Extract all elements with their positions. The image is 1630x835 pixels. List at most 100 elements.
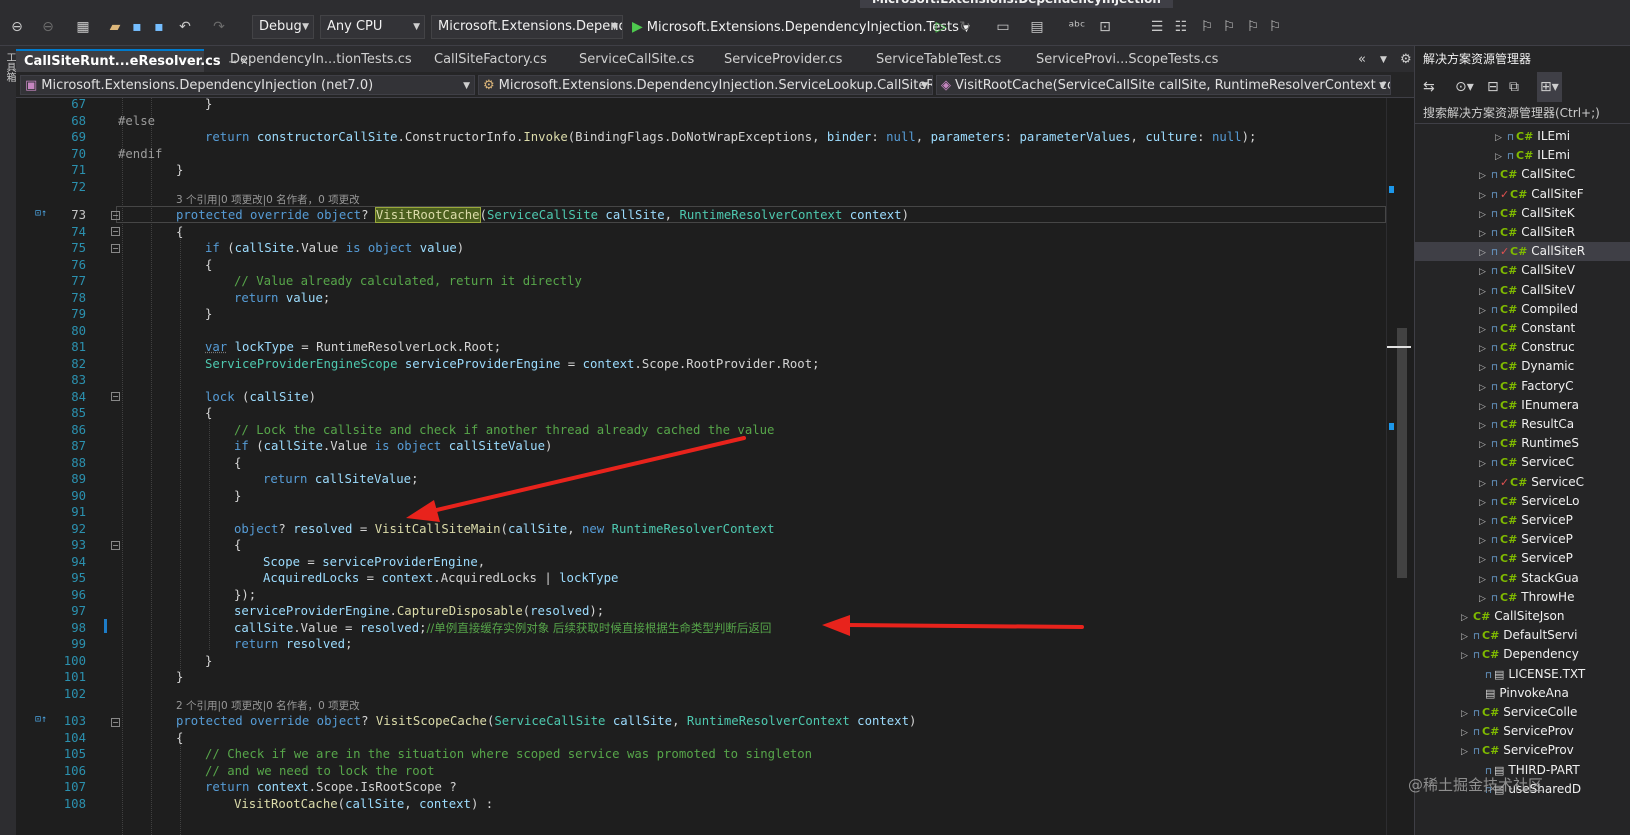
solution-tree-item[interactable]: ▤ PinvokeAna: [1415, 684, 1630, 703]
solution-tree-item[interactable]: ▷ ⊓ C# StackGua: [1415, 569, 1630, 588]
solution-tree-item[interactable]: ▷ ⊓ C# Dependency: [1415, 645, 1630, 664]
save-icon[interactable]: ▪: [128, 16, 146, 38]
scrollbar-thumb[interactable]: [1397, 328, 1407, 578]
solution-tree-item[interactable]: ▷ ⊓ C# ILEmi: [1415, 127, 1630, 146]
expand-icon[interactable]: ▷: [1461, 724, 1473, 743]
expand-icon[interactable]: ▷: [1495, 148, 1507, 167]
open-folder-icon[interactable]: ▰: [106, 16, 124, 38]
expand-icon[interactable]: ▷: [1479, 379, 1491, 398]
save-all-icon[interactable]: ▪: [150, 16, 168, 38]
solution-tree-item[interactable]: ▷ ⊓ C# CallSiteV: [1415, 281, 1630, 300]
start-debugging-button[interactable]: ▶ Microsoft.Extensions.DependencyInjectio…: [632, 15, 970, 39]
tab-servicecallsite[interactable]: ServiceCallSite.cs: [571, 49, 711, 72]
tab-callsiteruntimeresolver[interactable]: CallSiteRunt...eResolver.cs ⊸ ✕: [16, 49, 249, 72]
solution-tree-item[interactable]: ▷ ⊓ C# ServiceProv: [1415, 722, 1630, 741]
solution-tree-item[interactable]: ▷ ⊓ C# Constant: [1415, 319, 1630, 338]
expand-icon[interactable]: ▷: [1479, 302, 1491, 321]
solution-tree-item[interactable]: ▷ ⊓ C# Dynamic: [1415, 357, 1630, 376]
solution-tree-item[interactable]: ▷ ⊓ C# CallSiteR: [1415, 223, 1630, 242]
solution-tree-item[interactable]: ▷ ⊓ C# Construc: [1415, 338, 1630, 357]
project-dropdown[interactable]: ▣ Microsoft.Extensions.DependencyInjectio…: [20, 75, 475, 95]
expand-icon[interactable]: ▷: [1479, 340, 1491, 359]
settings-gear-icon[interactable]: ⚙: [1400, 52, 1412, 67]
expand-icon[interactable]: ▷: [1479, 455, 1491, 474]
expand-icon[interactable]: ▷: [1461, 647, 1473, 666]
tab-overflow-icon[interactable]: «: [1358, 52, 1366, 67]
code-editor[interactable]: ⊡↑ ⊡↑ − − − − − − 3 个引用|0 项更改|0 名作者，0 项更…: [16, 98, 1386, 835]
solution-tree-item[interactable]: ▷ ⊓ C# ServiceP: [1415, 530, 1630, 549]
solution-search-input[interactable]: 搜索解决方案资源管理器(Ctrl+;): [1415, 102, 1630, 124]
layout-icon[interactable]: ▤: [1026, 16, 1048, 38]
expand-icon[interactable]: ▷: [1461, 705, 1473, 724]
solution-tree-item[interactable]: ▷ ⊓ ✓C# CallSiteR: [1415, 242, 1630, 263]
solution-tree-item[interactable]: ▷ ⊓ C# CallSiteC: [1415, 165, 1630, 184]
solution-tree-item[interactable]: ▷ ⊓ C# ServiceP: [1415, 549, 1630, 568]
expand-icon[interactable]: ▷: [1479, 494, 1491, 513]
expand-icon[interactable]: ▷: [1479, 571, 1491, 590]
expand-icon[interactable]: ▷: [1479, 398, 1491, 417]
expand-icon[interactable]: ▷: [1479, 225, 1491, 244]
expand-icon[interactable]: ▷: [1461, 743, 1473, 762]
expand-icon[interactable]: ▷: [1479, 263, 1491, 282]
format-icon[interactable]: ⊡: [1096, 16, 1114, 38]
hot-reload-icon[interactable]: ↻: [956, 16, 974, 38]
expand-icon[interactable]: ▷: [1479, 187, 1491, 206]
solution-tree-item[interactable]: ▷ ⊓ C# ThrowHe: [1415, 588, 1630, 607]
spellcheck-icon[interactable]: ᵃᵇᶜ: [1068, 16, 1086, 38]
collapse-all-icon[interactable]: ⊟: [1487, 72, 1499, 102]
expand-icon[interactable]: ▷: [1479, 167, 1491, 186]
startup-project-select[interactable]: Microsoft.Extensions.Dependen ▼: [431, 15, 623, 39]
solution-tree-item[interactable]: ▷ ⊓ C# RuntimeS: [1415, 434, 1630, 453]
tab-serviceproviderscopetests[interactable]: ServiceProvi...ScopeTests.cs: [1028, 49, 1218, 72]
solution-tree-item[interactable]: ⊓ ▤ LICENSE.TXT: [1415, 665, 1630, 684]
tab-dependencyinjectiontests[interactable]: DependencyIn...tionTests.cs: [222, 49, 412, 72]
redo-icon[interactable]: ↷: [210, 16, 228, 38]
expand-icon[interactable]: ▷: [1479, 206, 1491, 225]
configuration-select[interactable]: Debug ▼: [252, 15, 314, 39]
back-icon[interactable]: ⊖: [6, 16, 28, 38]
tab-serviceprovider[interactable]: ServiceProvider.cs: [716, 49, 861, 72]
expand-icon[interactable]: ▷: [1479, 513, 1491, 532]
expand-icon[interactable]: ▷: [1479, 283, 1491, 302]
expand-icon[interactable]: ▷: [1461, 609, 1473, 628]
solution-tree-item[interactable]: ▷ ⊓ C# ILEmi: [1415, 146, 1630, 165]
new-project-icon[interactable]: ▦: [72, 16, 94, 38]
forward-icon[interactable]: ⊖: [38, 16, 58, 38]
solution-tree-item[interactable]: ▷ ⊓ C# CallSiteK: [1415, 204, 1630, 223]
comment-icon[interactable]: ☰: [1148, 16, 1166, 38]
uncomment-icon[interactable]: ☷: [1172, 16, 1190, 38]
editor-scrollbar[interactable]: [1386, 98, 1414, 835]
type-dropdown[interactable]: ⚙ Microsoft.Extensions.DependencyInjectio…: [478, 75, 933, 95]
sync-icon[interactable]: ⇆: [1423, 72, 1435, 102]
solution-tree-item[interactable]: ▷ ⊓ C# ServiceProv: [1415, 741, 1630, 760]
member-dropdown[interactable]: ◈ VisitRootCache(ServiceCallSite callSite…: [936, 75, 1391, 95]
undo-icon[interactable]: ↶: [176, 16, 194, 38]
solution-tree-item[interactable]: ▷ ⊓ C# IEnumera: [1415, 396, 1630, 415]
tab-callsitefactory[interactable]: CallSiteFactory.cs: [426, 49, 566, 72]
expand-icon[interactable]: ▷: [1479, 244, 1491, 263]
history-icon[interactable]: ⊙▾: [1455, 72, 1474, 102]
expand-icon[interactable]: ▷: [1461, 628, 1473, 647]
solution-tree-item[interactable]: ▷ ⊓ C# ServiceP: [1415, 511, 1630, 530]
toolbox-strip[interactable]: 工具箱: [0, 46, 16, 835]
expand-icon[interactable]: ▷: [1479, 321, 1491, 340]
solution-tree-item[interactable]: ▷ ⊓ C# CallSiteV: [1415, 261, 1630, 280]
tab-dropdown-icon[interactable]: ▼: [1380, 55, 1387, 65]
expand-icon[interactable]: ▷: [1479, 475, 1491, 494]
solution-tree-item[interactable]: ▷ ⊓ C# ResultCa: [1415, 415, 1630, 434]
platform-select[interactable]: Any CPU ▼: [320, 15, 425, 39]
expand-icon[interactable]: ▷: [1479, 551, 1491, 570]
expand-icon[interactable]: ▷: [1495, 129, 1507, 148]
start-without-debugging-icon[interactable]: ▷: [932, 16, 950, 38]
solution-tree-item[interactable]: ▷ ⊓ C# ServiceColle: [1415, 703, 1630, 722]
tab-servicetabletest[interactable]: ServiceTableTest.cs: [868, 49, 1018, 72]
next-bookmark-icon[interactable]: ⚐: [1244, 16, 1262, 38]
show-all-files-icon[interactable]: ⧉: [1509, 72, 1519, 102]
clear-bookmarks-icon[interactable]: ⚐: [1266, 16, 1284, 38]
expand-icon[interactable]: ▷: [1479, 532, 1491, 551]
solution-tree-item[interactable]: ▷ ⊓ C# Compiled: [1415, 300, 1630, 319]
expand-icon[interactable]: ▷: [1479, 417, 1491, 436]
browser-link-icon[interactable]: ▭: [994, 16, 1012, 38]
solution-tree-item[interactable]: ▷ ⊓ C# ServiceLo: [1415, 492, 1630, 511]
bookmark-icon[interactable]: ⚐: [1198, 16, 1216, 38]
